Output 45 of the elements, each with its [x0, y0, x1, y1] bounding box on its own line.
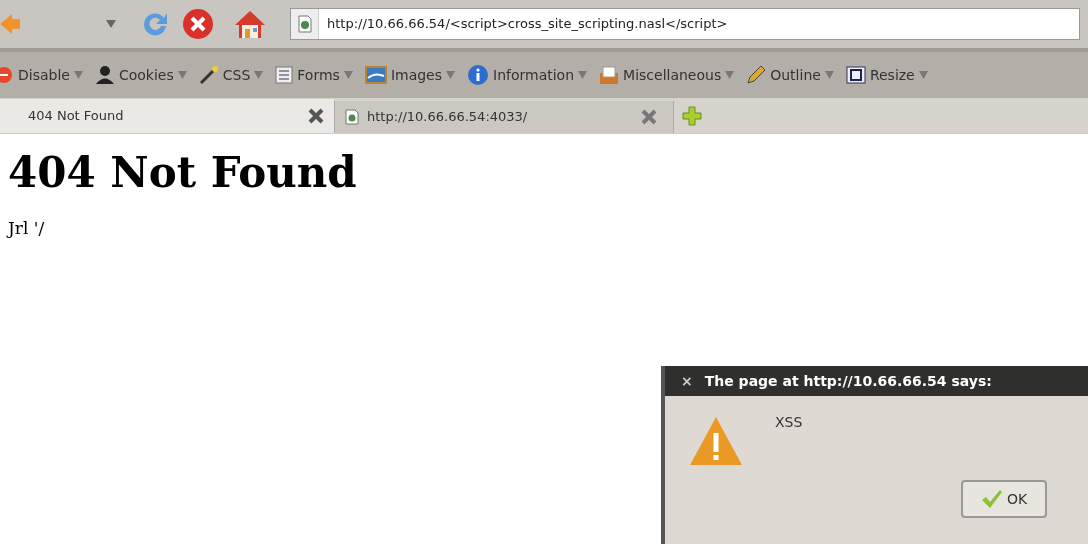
wand-icon	[198, 65, 219, 85]
close-button[interactable]: ×	[681, 370, 693, 392]
person-icon	[94, 65, 115, 85]
dropdown-icon	[254, 71, 264, 79]
image-icon	[364, 66, 387, 84]
page-text: Jrl '/	[5, 217, 46, 240]
address-field[interactable]: http://10.66.66.54/<script>cross_site_scripting.nasl</script>	[290, 8, 1080, 40]
toolbar-menu-button[interactable]: Images	[364, 64, 455, 86]
dropdown-icon	[578, 71, 588, 79]
pencil-icon	[746, 65, 767, 85]
toolbar-menu-button[interactable]: Disable	[0, 64, 83, 86]
toolbar-menu-button[interactable]: Cookies	[94, 64, 187, 86]
toolbar-menu-button[interactable]: Resize	[845, 64, 928, 86]
close-icon[interactable]	[641, 109, 657, 125]
warning-icon	[689, 416, 743, 466]
toolbar-menu-button[interactable]: Forms	[275, 64, 353, 86]
stop-icon[interactable]	[182, 8, 214, 40]
dropdown-icon[interactable]	[106, 20, 116, 28]
checkmark-icon	[980, 489, 1003, 509]
browser-tab[interactable]: http://10.66.66.54:4033/	[334, 101, 674, 133]
browser-tab[interactable]: 404 Not Found	[0, 99, 334, 133]
toolbar-menu-button[interactable]: Miscellaneous	[599, 64, 735, 86]
page-icon	[297, 15, 312, 33]
toolbar-menu-button[interactable]: Information	[467, 64, 588, 86]
page-icon	[345, 109, 359, 125]
close-icon[interactable]	[308, 108, 324, 124]
dropdown-icon	[177, 71, 187, 79]
dialog-title: The page at http://10.66.66.54 says:	[704, 371, 992, 391]
ok-button[interactable]: OK	[961, 480, 1047, 518]
toolbar-menu-button[interactable]: Outline	[746, 64, 834, 86]
dropdown-icon	[73, 71, 83, 79]
new-tab-icon[interactable]	[682, 106, 702, 126]
dialog-message: XSS	[775, 413, 803, 432]
toolbar-menu-button[interactable]: CSS	[198, 64, 264, 86]
dropdown-icon	[446, 71, 455, 79]
crop-icon	[845, 66, 866, 84]
home-icon[interactable]	[234, 9, 266, 39]
printer-icon	[599, 65, 620, 85]
dropdown-icon	[343, 71, 353, 79]
info-icon	[467, 64, 489, 86]
no-entry-icon	[0, 66, 14, 84]
dropdown-icon	[725, 71, 735, 79]
dropdown-icon	[824, 71, 834, 79]
page-heading: 404 Not Found	[7, 152, 358, 194]
dropdown-icon	[918, 71, 928, 79]
